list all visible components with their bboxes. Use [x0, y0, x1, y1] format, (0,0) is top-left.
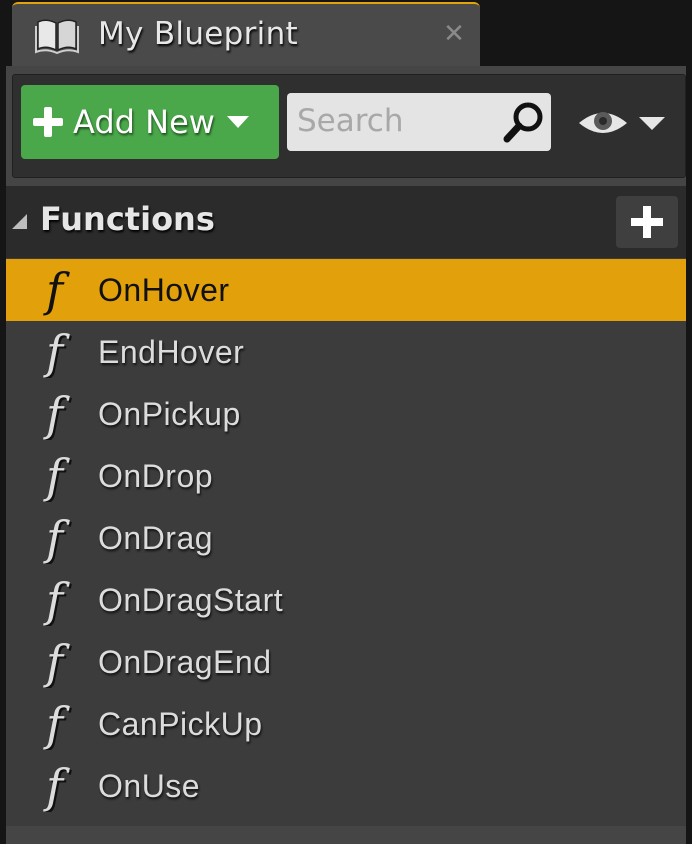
list-item-label: OnDragEnd	[98, 643, 272, 680]
eye-icon[interactable]	[573, 99, 677, 147]
plus-icon	[29, 103, 67, 141]
function-list: f OnHover f f EndHover f f OnPickup f f …	[6, 259, 686, 817]
tab-title: My Blueprint	[98, 16, 298, 52]
function-icon: f f	[43, 760, 72, 812]
functions-category-header[interactable]: Functions	[6, 186, 686, 258]
svg-text:f: f	[43, 760, 70, 812]
list-item[interactable]: f f CanPickUp	[6, 693, 686, 755]
function-icon: f f	[43, 326, 72, 378]
list-item-label: OnHover	[98, 271, 230, 308]
list-item-label: CanPickUp	[98, 705, 263, 742]
list-item[interactable]: f f OnDragEnd	[6, 631, 686, 693]
toolbar: Add New	[12, 74, 686, 178]
my-blueprint-panel: Add New Functions f	[6, 66, 686, 844]
svg-text:f: f	[43, 264, 70, 316]
search-input[interactable]	[297, 99, 497, 143]
category-label: Functions	[40, 200, 215, 238]
add-new-button[interactable]: Add New	[21, 85, 279, 159]
search-icon[interactable]	[501, 99, 547, 145]
list-item-label: OnDrag	[98, 519, 214, 556]
book-icon	[35, 19, 79, 54]
list-item-label: OnUse	[98, 767, 201, 804]
tab-strip: My Blueprint ✕	[0, 0, 692, 66]
tab-my-blueprint[interactable]: My Blueprint ✕	[12, 2, 480, 66]
list-item-label: OnPickup	[98, 395, 241, 432]
svg-text:f: f	[43, 388, 70, 440]
chevron-down-icon	[226, 116, 249, 128]
panel-footer	[6, 826, 686, 844]
expand-arrow-icon[interactable]	[12, 214, 27, 229]
list-item-label: OnDrop	[98, 457, 214, 494]
svg-text:f: f	[43, 450, 70, 502]
function-icon: f	[43, 264, 70, 316]
list-item[interactable]: f f OnDrag	[6, 507, 686, 569]
svg-text:f: f	[43, 574, 70, 626]
add-new-label: Add New	[73, 103, 215, 141]
list-item[interactable]: f OnHover	[6, 259, 686, 321]
list-item[interactable]: f f EndHover	[6, 321, 686, 383]
list-item-label: EndHover	[98, 333, 245, 370]
list-item-label: OnDragStart	[98, 581, 284, 618]
function-icon: f f	[43, 698, 72, 750]
add-function-button[interactable]	[616, 196, 678, 248]
close-icon[interactable]: ✕	[440, 19, 468, 49]
function-icon: f f	[43, 512, 72, 564]
list-item[interactable]: f f OnDrop	[6, 445, 686, 507]
search-box	[287, 93, 551, 151]
function-icon: f f	[43, 636, 72, 688]
function-icon: f f	[43, 574, 72, 626]
function-icon: f f	[43, 388, 72, 440]
svg-text:f: f	[43, 326, 70, 378]
list-item[interactable]: f f OnUse	[6, 755, 686, 817]
functions-tree: Functions f OnHover f f EndHover f f OnP…	[6, 186, 686, 826]
list-item[interactable]: f f OnPickup	[6, 383, 686, 445]
list-item[interactable]: f f OnDragStart	[6, 569, 686, 631]
svg-text:f: f	[43, 512, 70, 564]
svg-text:f: f	[43, 636, 70, 688]
svg-text:f: f	[43, 698, 70, 750]
function-icon: f f	[43, 450, 72, 502]
